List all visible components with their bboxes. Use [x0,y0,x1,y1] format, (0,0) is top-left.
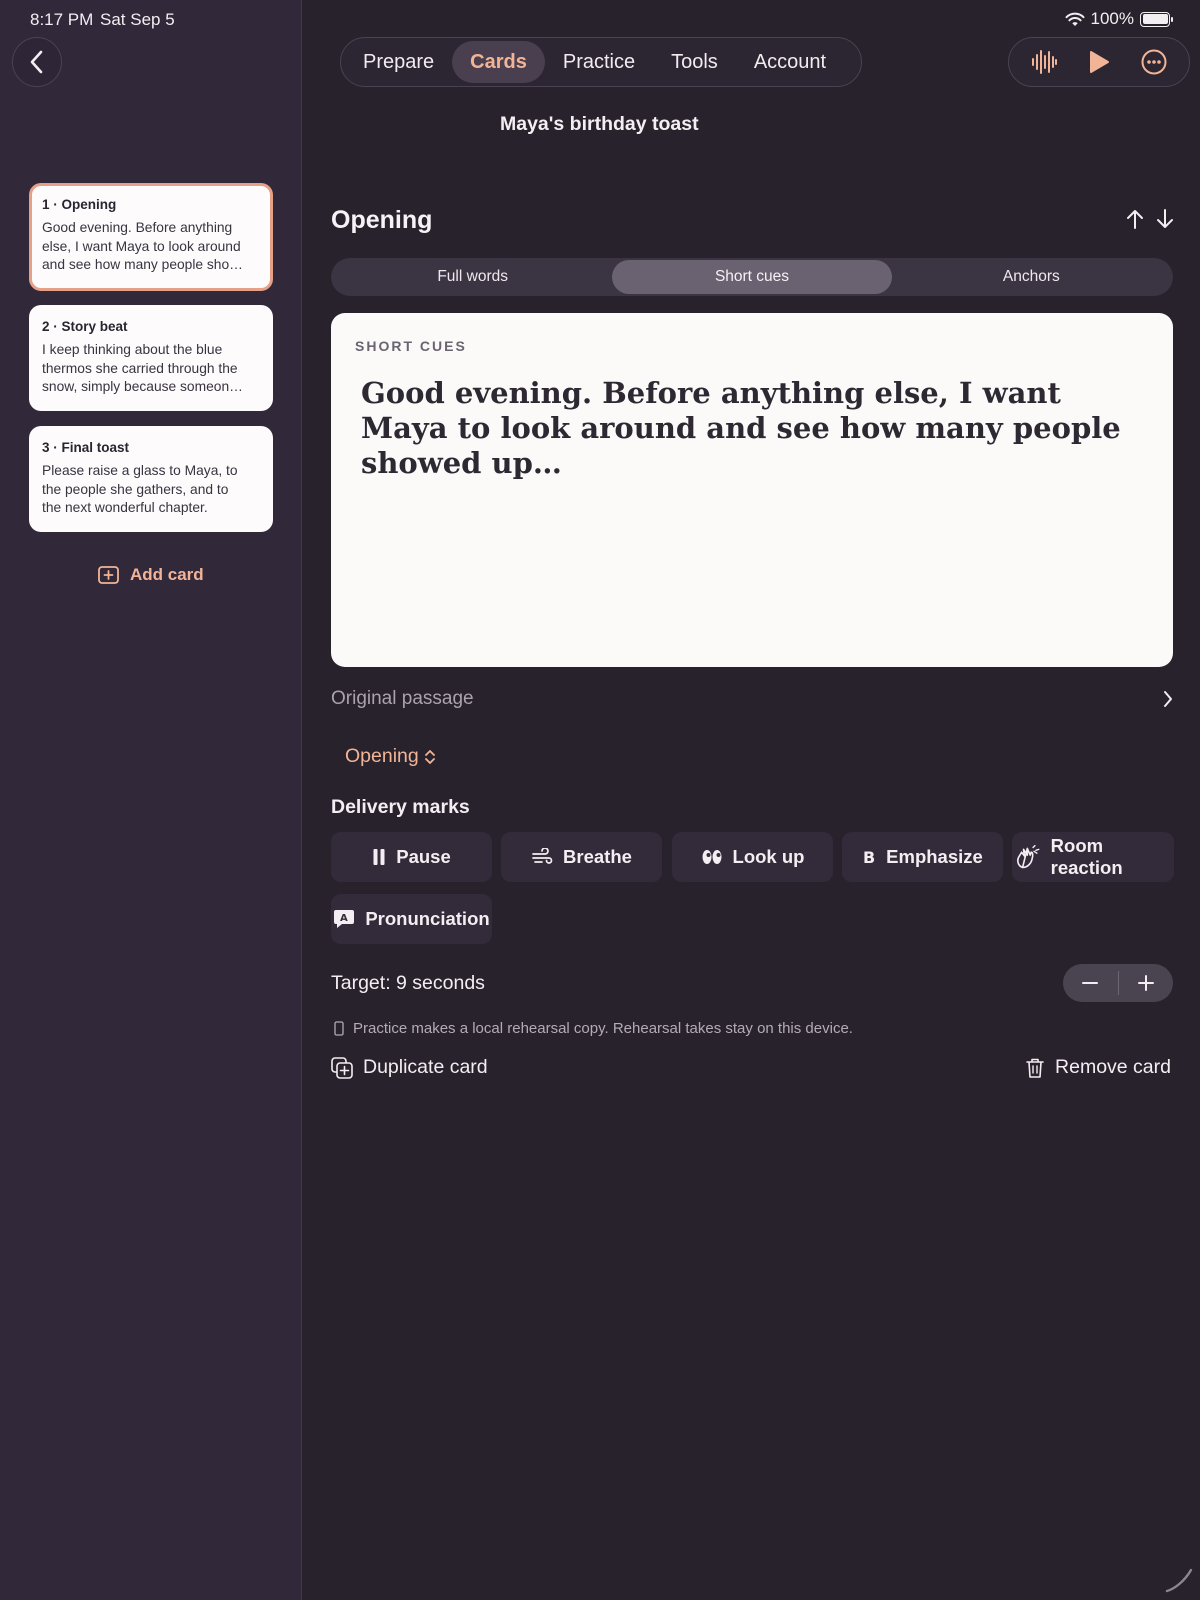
chevron-up-down-icon [424,749,435,764]
battery-fill [1142,14,1168,24]
sidebar-card-story-beat[interactable]: 2 · Story beat I keep thinking about the… [29,305,273,411]
mark-label: Look up [732,846,805,867]
mark-label: Pronunciation [365,908,490,929]
mark-label: Pause [396,846,451,867]
mode-short-cues[interactable]: Short cues [612,260,892,294]
duplicate-card-label: Duplicate card [363,1056,488,1078]
mark-pronunciation-button[interactable]: A Pronunciation [331,894,492,944]
pronunciation-icon: A [334,910,355,928]
device-icon [334,1021,344,1036]
applause-icon [1017,844,1040,869]
mode-anchors[interactable]: Anchors [892,260,1171,294]
mark-label: Emphasize [886,846,983,867]
minus-icon [1082,982,1099,984]
remove-card-button[interactable]: Remove card [1025,1056,1171,1079]
sidebar-card-final-toast[interactable]: 3 · Final toast Please raise a glass to … [29,426,273,532]
eyes-icon [702,850,722,864]
svg-text:B: B [863,848,875,866]
waveform-icon[interactable] [1030,48,1058,76]
chevron-right-icon [1164,691,1172,707]
status-right: 100% [1065,9,1173,29]
wifi-icon [1065,12,1085,26]
card-title: 1 · Opening [42,197,117,212]
section-picker-value: Opening [345,745,419,767]
bold-icon: B [863,848,875,866]
section-title: Opening [331,206,433,234]
tab-practice[interactable]: Practice [545,41,653,83]
add-card-label: Add card [130,565,204,584]
mark-label: Room reaction [1050,835,1123,878]
reorder-controls [1126,208,1174,230]
original-passage-row[interactable]: Original passage [331,688,1173,710]
card-preview: I keep thinking about the blue thermos s… [42,342,243,394]
privacy-note: Practice makes a local rehearsal copy. R… [334,1020,853,1037]
toolbar-actions [1008,37,1190,87]
sidebar-card-opening[interactable]: 1 · Opening Good evening. Before anythin… [29,183,273,291]
mode-segmented-control: Full words Short cues Anchors [331,258,1173,296]
status-date: Sat Sep 5 [100,10,175,29]
back-button[interactable] [12,37,62,87]
target-duration-label: Target: 9 seconds [331,972,485,994]
document-title: Maya's birthday toast [500,113,699,135]
move-up-icon[interactable] [1126,208,1144,230]
remove-card-label: Remove card [1055,1056,1171,1078]
increment-button[interactable] [1119,964,1174,1002]
card-preview: Please raise a glass to Maya, to the peo… [42,463,238,515]
mark-pause-button[interactable]: Pause [331,832,492,882]
mark-room-reaction-button[interactable]: Room reaction [1012,832,1174,882]
card-title: 2 · Story beat [42,319,128,334]
trash-icon [1026,1058,1044,1078]
cue-text[interactable]: Good evening. Before anything else, I wa… [355,376,1149,481]
tab-tools[interactable]: Tools [653,41,736,83]
privacy-note-text: Practice makes a local rehearsal copy. R… [353,1020,853,1037]
add-card-button[interactable]: Add card [98,565,204,585]
sheet-label: SHORT CUES [355,338,467,354]
main-panel: Prepare Cards Practice Tools Account May… [302,0,1200,1600]
pause-icon [373,849,385,865]
mark-emphasize-button[interactable]: B Emphasize [842,832,1003,882]
wind-icon [532,848,553,864]
original-passage-label: Original passage [331,688,474,709]
svg-text:A: A [340,913,348,924]
battery-percent: 100% [1090,9,1134,28]
tab-prepare[interactable]: Prepare [345,41,452,83]
mark-breathe-button[interactable]: Breathe [501,832,662,882]
mark-look-up-button[interactable]: Look up [672,832,833,882]
card-title: 3 · Final toast [42,440,130,455]
status-time: 8:17 PM [30,10,94,29]
duplicate-card-button[interactable]: Duplicate card [331,1056,488,1079]
delivery-marks-label: Delivery marks [331,796,470,818]
card-preview: Good evening. Before anything else, I wa… [42,220,243,272]
section-picker[interactable]: Opening [345,745,437,768]
mark-label: Breathe [563,846,632,867]
cue-sheet[interactable]: SHORT CUES Good evening. Before anything… [331,313,1173,667]
sidebar: 1 · Opening Good evening. Before anythin… [0,0,302,1600]
resize-handle-icon[interactable] [1164,1564,1194,1594]
target-stepper [1063,964,1173,1002]
duplicate-icon [331,1056,353,1079]
play-icon[interactable] [1087,49,1111,75]
top-tabs: Prepare Cards Practice Tools Account [340,37,862,87]
chevron-left-icon [30,50,43,74]
add-card-icon [98,566,119,584]
decrement-button[interactable] [1063,964,1118,1002]
plus-icon [1137,975,1154,991]
more-icon[interactable] [1140,48,1168,76]
mode-full-words[interactable]: Full words [333,260,612,294]
battery-icon [1140,11,1173,27]
move-down-icon[interactable] [1156,208,1174,230]
tab-cards[interactable]: Cards [452,41,545,83]
tab-account[interactable]: Account [736,41,844,83]
status-bar: 8:17 PM Sat Sep 5 100% [0,0,1200,38]
